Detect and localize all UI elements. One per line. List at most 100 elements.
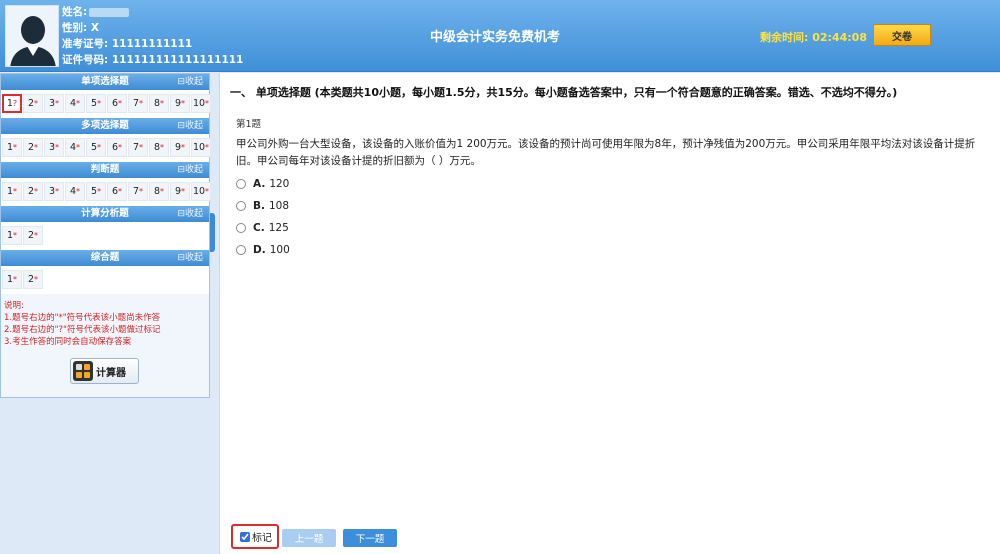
question-area: 一、 单项选择题 (本类题共10小题，每小题1.5分，共15分。每小题备选答案中… bbox=[219, 73, 1000, 554]
question-number-button[interactable]: 10* bbox=[191, 182, 211, 201]
status-marker: * bbox=[13, 231, 18, 240]
panel-toggle-handle[interactable] bbox=[210, 213, 215, 252]
status-marker: * bbox=[34, 275, 39, 284]
section-header: 单项选择题 ⊟收起 bbox=[1, 74, 209, 90]
radio-a[interactable] bbox=[236, 179, 246, 189]
status-marker: * bbox=[160, 143, 165, 152]
section-title: 综合题 bbox=[90, 252, 120, 263]
section-title: 多项选择题 bbox=[81, 120, 129, 131]
question-number-row: 1* 2* 3* 4* 5* 6* 7* 8* 9* 10* bbox=[1, 134, 211, 162]
question-number-button[interactable]: 4* bbox=[65, 138, 85, 157]
radio-c[interactable] bbox=[236, 223, 246, 233]
question-number-button[interactable]: 10* bbox=[191, 138, 211, 157]
status-marker: ? bbox=[12, 99, 18, 108]
question-stem: 甲公司外购一台大型设备，该设备的入账价值为1 200万元。该设备的预计尚可使用年… bbox=[236, 138, 976, 167]
status-marker: * bbox=[205, 143, 210, 152]
question-number-button[interactable]: 6* bbox=[107, 138, 127, 157]
option-letter: B. bbox=[253, 200, 265, 212]
status-marker: * bbox=[34, 187, 39, 196]
question-number-button[interactable]: 1* bbox=[2, 138, 22, 157]
question-number-row: 1* 2* bbox=[1, 222, 209, 250]
question-number-button[interactable]: 5* bbox=[86, 182, 106, 201]
timer-label: 剩余时间: bbox=[760, 31, 809, 44]
question-number-button[interactable]: 8* bbox=[149, 94, 169, 113]
status-marker: * bbox=[76, 143, 81, 152]
question-number-button[interactable]: 7* bbox=[128, 182, 148, 201]
question-number-button[interactable]: 9* bbox=[170, 138, 190, 157]
name-label: 姓名: bbox=[62, 6, 88, 18]
calculator-button[interactable]: 计算器 bbox=[70, 358, 139, 384]
question-number-button[interactable]: 3* bbox=[44, 138, 64, 157]
question-number-button[interactable]: 4* bbox=[65, 182, 85, 201]
option-a[interactable]: A. 120 bbox=[236, 173, 290, 195]
prev-question-button[interactable]: 上一题 bbox=[282, 529, 336, 547]
question-number-button[interactable]: 2* bbox=[23, 94, 43, 113]
question-number-button[interactable]: 3* bbox=[44, 94, 64, 113]
timer-value: 02:44:08 bbox=[812, 31, 867, 44]
question-number-button[interactable]: 9* bbox=[170, 182, 190, 201]
question-number-button[interactable]: 5* bbox=[86, 138, 106, 157]
status-marker: * bbox=[160, 99, 165, 108]
status-marker: * bbox=[55, 99, 60, 108]
radio-b[interactable] bbox=[236, 201, 246, 211]
radio-d[interactable] bbox=[236, 245, 246, 255]
next-question-button[interactable]: 下一题 bbox=[343, 529, 397, 547]
question-number-button[interactable]: 6* bbox=[107, 182, 127, 201]
section-header: 判断题 ⊟收起 bbox=[1, 162, 209, 178]
question-number-row: 1* 2* 3* 4* 5* 6* 7* 8* 9* 10* bbox=[1, 178, 211, 206]
section-title: 判断题 bbox=[90, 164, 120, 175]
status-marker: * bbox=[34, 99, 39, 108]
section-description: 一、 单项选择题 (本类题共10小题，每小题1.5分，共15分。每小题备选答案中… bbox=[230, 86, 898, 99]
question-number-button[interactable]: 1* bbox=[2, 270, 22, 289]
option-d[interactable]: D. 100 bbox=[236, 239, 290, 261]
option-letter: A. bbox=[253, 178, 266, 190]
question-number-button[interactable]: 10* bbox=[191, 94, 211, 113]
option-b[interactable]: B. 108 bbox=[236, 195, 290, 217]
status-marker: * bbox=[13, 143, 18, 152]
question-number-button[interactable]: 6* bbox=[107, 94, 127, 113]
mark-question-toggle[interactable]: 标记 bbox=[231, 524, 279, 549]
submit-exam-button[interactable]: 交卷 bbox=[873, 24, 931, 46]
status-marker: * bbox=[160, 187, 165, 196]
option-letter: D. bbox=[253, 244, 266, 256]
question-number-button[interactable]: 7* bbox=[128, 138, 148, 157]
status-marker: * bbox=[181, 143, 186, 152]
mark-checkbox[interactable] bbox=[240, 531, 250, 542]
exam-header: 姓名: 性别: X 准考证号: 11111111111 证件号码: 111111… bbox=[0, 0, 1000, 72]
notes: 说明: 1.题号右边的"*"符号代表该小题尚未作答 2.题号右边的"?"符号代表… bbox=[1, 294, 209, 348]
candidate-info: 姓名: 性别: X 准考证号: 11111111111 证件号码: 111111… bbox=[62, 4, 243, 68]
question-number-button[interactable]: 4* bbox=[65, 94, 85, 113]
question-number-button[interactable]: 2* bbox=[23, 182, 43, 201]
question-number-button[interactable]: 3* bbox=[44, 182, 64, 201]
name-redacted bbox=[89, 7, 130, 17]
id-value: 111111111111111111 bbox=[111, 54, 244, 66]
gender-value: X bbox=[90, 22, 99, 34]
question-number-button[interactable]: 2* bbox=[23, 138, 43, 157]
collapse-toggle[interactable]: ⊟收起 bbox=[177, 74, 203, 90]
status-marker: * bbox=[205, 187, 210, 196]
question-number-button[interactable]: 2* bbox=[23, 226, 43, 245]
status-marker: * bbox=[55, 143, 60, 152]
question-number-button[interactable]: 9* bbox=[170, 94, 190, 113]
section-header: 计算分析题 ⊟收起 bbox=[1, 206, 209, 222]
answer-options: A. 120 B. 108 C. 125 D. 100 bbox=[236, 173, 290, 261]
collapse-toggle[interactable]: ⊟收起 bbox=[177, 118, 203, 134]
question-number-button[interactable]: 1* bbox=[2, 182, 22, 201]
question-number-button[interactable]: 1* bbox=[2, 226, 22, 245]
notes-line-2: 2.题号右边的"?"符号代表该小题做过标记 bbox=[4, 325, 161, 335]
collapse-toggle[interactable]: ⊟收起 bbox=[177, 206, 203, 222]
status-marker: * bbox=[97, 187, 102, 196]
question-number-button[interactable]: 8* bbox=[149, 182, 169, 201]
question-number-button[interactable]: 7* bbox=[128, 94, 148, 113]
collapse-toggle[interactable]: ⊟收起 bbox=[177, 162, 203, 178]
question-number-button[interactable]: 2* bbox=[23, 270, 43, 289]
question-number-button[interactable]: 8* bbox=[149, 138, 169, 157]
question-number-button[interactable]: 1? bbox=[2, 94, 22, 113]
question-number: 10 bbox=[192, 98, 206, 109]
question-number-button[interactable]: 5* bbox=[86, 94, 106, 113]
collapse-toggle[interactable]: ⊟收起 bbox=[177, 250, 203, 266]
id-label: 证件号码: bbox=[62, 54, 109, 66]
candidate-avatar bbox=[5, 5, 59, 67]
question-navigator: 单项选择题 ⊟收起 1? 2* 3* 4* 5* 6* 7* 8* 9* 10* 多项选择题 ⊟收起 1* 2… bbox=[0, 73, 211, 398]
option-c[interactable]: C. 125 bbox=[236, 217, 290, 239]
